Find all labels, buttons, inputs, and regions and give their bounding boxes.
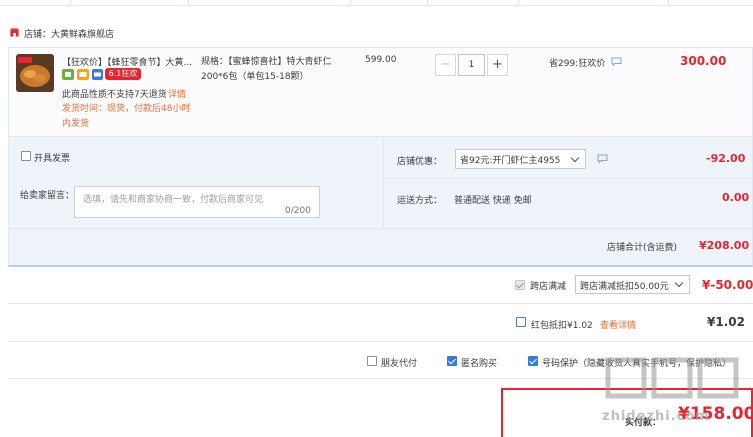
cross-store-amount: ¥-50.00 bbox=[702, 278, 753, 292]
ship-time: 发货时间：现货，付款后48小时内发货 bbox=[62, 104, 191, 129]
header-sep bbox=[668, 0, 669, 6]
red-packet-checkbox[interactable] bbox=[516, 317, 526, 327]
header-sep bbox=[518, 0, 519, 6]
cross-store-label: 跨店满减 bbox=[530, 282, 567, 292]
column-header-strip bbox=[0, 0, 753, 6]
product-title[interactable]: 【狂欢价】【蜂狂零食节】大黄... bbox=[62, 55, 195, 68]
product-image-icon bbox=[16, 54, 54, 92]
anonymous-label: 匿名购买 bbox=[461, 359, 498, 369]
shipping-label: 运送方式： bbox=[397, 196, 443, 206]
anonymous-checkbox[interactable] bbox=[447, 356, 457, 366]
quantity-stepper: − 1 + bbox=[435, 54, 508, 76]
line-total: 300.00 bbox=[680, 54, 727, 68]
invoice-label: 开具发票 bbox=[34, 154, 71, 164]
subtotal-label: 店铺合计(含运费) bbox=[607, 243, 678, 253]
red-packet-label: 红包抵扣¥1.02 bbox=[531, 321, 593, 331]
options-hdivider bbox=[383, 178, 753, 179]
promo-badge: 6.1狂欢 bbox=[105, 68, 141, 80]
no-return-note: 此商品性质不支持7天退货 bbox=[62, 90, 167, 100]
quantity-increase-button[interactable]: + bbox=[487, 54, 508, 76]
row-divider bbox=[8, 341, 753, 342]
message-placeholder: 选填，请先和商家协商一致，付款后商家可见 bbox=[83, 195, 264, 205]
header-sep bbox=[350, 0, 351, 6]
subtotal-amount: ¥208.00 bbox=[699, 239, 750, 252]
number-protect-checkbox[interactable] bbox=[528, 356, 538, 366]
options-divider bbox=[383, 137, 384, 229]
row-divider bbox=[8, 303, 753, 304]
red-packet-amount: ¥1.02 bbox=[707, 315, 745, 329]
message-char-count: 0/200 bbox=[285, 206, 311, 216]
header-sep bbox=[427, 0, 428, 6]
coupon-amount: -92.00 bbox=[706, 152, 746, 165]
watermark-text: zhidezhi.com bbox=[602, 409, 710, 424]
shop-name[interactable]: 店铺：大黄鲜森旗舰店 bbox=[24, 27, 114, 40]
invoice-checkbox[interactable] bbox=[21, 151, 31, 161]
product-spec: 规格：【蜜蜂惊喜社】特大青虾仁200*6包（单包15-18颗） bbox=[201, 57, 332, 82]
chat-bubble-icon[interactable] bbox=[611, 57, 622, 66]
quantity-decrease-button[interactable]: − bbox=[435, 54, 456, 76]
promo-text: 省299:狂欢价 bbox=[549, 59, 606, 69]
return-detail-link[interactable]: 详情 bbox=[168, 87, 186, 100]
shipping-amount: 0.00 bbox=[722, 191, 750, 204]
cross-store-checkbox[interactable] bbox=[515, 280, 525, 290]
header-sep bbox=[70, 0, 71, 6]
product-thumbnail[interactable] bbox=[16, 54, 54, 92]
message-label: 给卖家留言： bbox=[20, 191, 75, 201]
watermark-logo-icon bbox=[605, 357, 739, 399]
cross-store-select-value: 跨店满减抵扣50.00元 bbox=[580, 282, 669, 292]
friend-pay-label: 朋友代付 bbox=[381, 359, 418, 369]
card-badge-icon bbox=[92, 69, 103, 80]
coupon-label: 店铺优惠： bbox=[397, 157, 443, 167]
header-sep bbox=[188, 0, 189, 6]
service-badge-icon bbox=[62, 69, 74, 80]
guarantee-badge-icon bbox=[77, 69, 89, 80]
chat-bubble-icon[interactable] bbox=[597, 154, 608, 163]
shipping-method: 普通配送 快递 免邮 bbox=[454, 196, 532, 206]
red-packet-detail-link[interactable]: 查看详情 bbox=[600, 318, 636, 331]
unit-price: 599.00 bbox=[365, 55, 397, 65]
quantity-input[interactable]: 1 bbox=[458, 54, 485, 76]
friend-pay-checkbox[interactable] bbox=[367, 356, 377, 366]
shop-icon bbox=[10, 28, 19, 37]
coupon-select-value: 省92元:开门虾仁主4955 bbox=[460, 156, 561, 166]
